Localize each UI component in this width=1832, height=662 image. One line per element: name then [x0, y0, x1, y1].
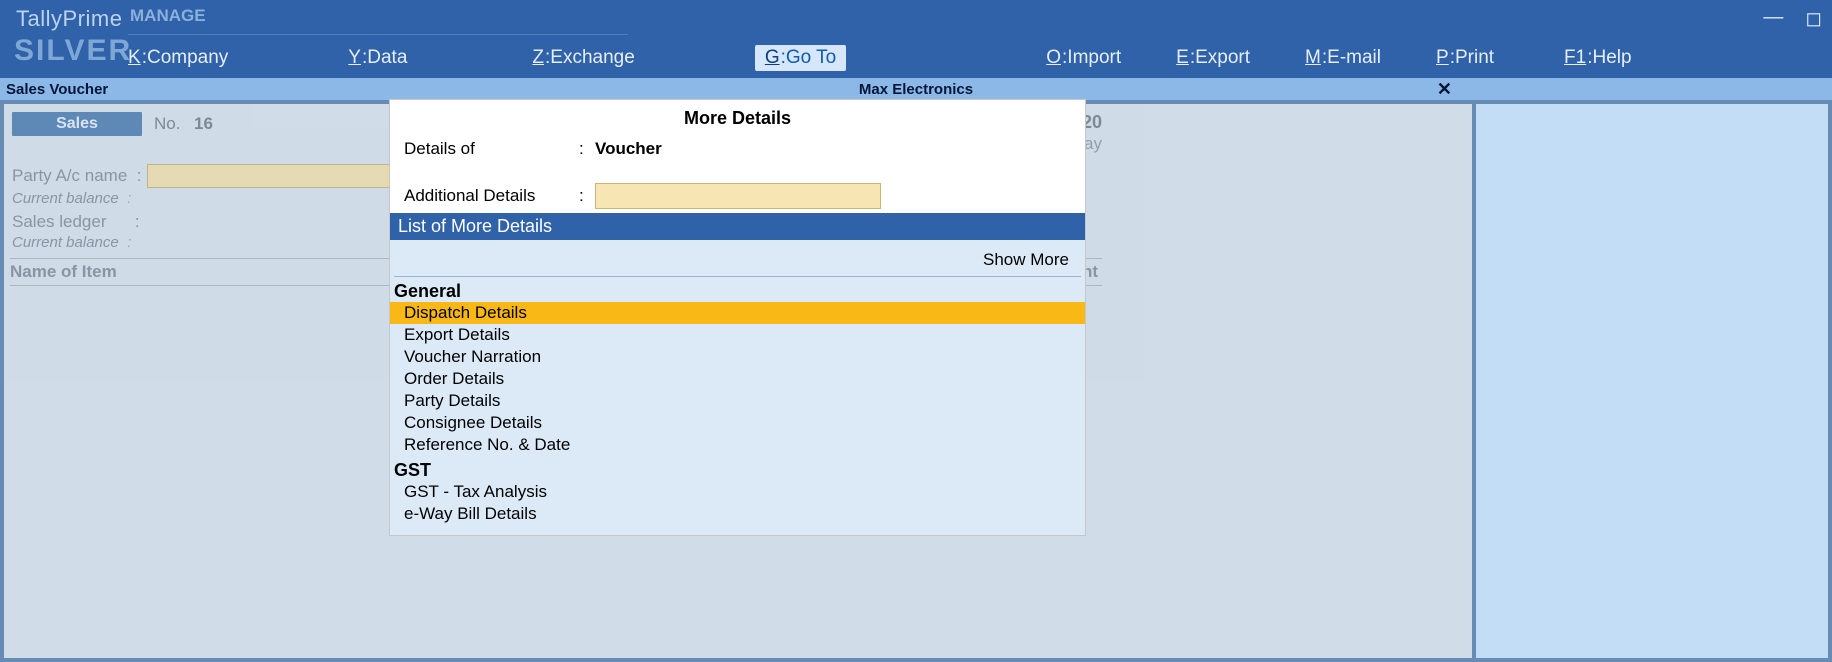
- list-item[interactable]: Order Details: [390, 368, 1085, 390]
- list-item[interactable]: Reference No. & Date: [390, 434, 1085, 456]
- app-edition: SILVER: [14, 34, 132, 68]
- menu-import[interactable]: O:Import: [1046, 47, 1121, 69]
- details-of-label: Details of: [404, 139, 579, 159]
- sub-header: Sales Voucher Max Electronics ✕: [0, 78, 1832, 100]
- additional-details-input[interactable]: [595, 183, 881, 209]
- menu-data[interactable]: Y:Data: [348, 47, 407, 69]
- additional-details-row: Additional Details :: [390, 179, 1085, 213]
- list-item[interactable]: e-Way Bill Details: [390, 503, 1085, 525]
- show-more-link[interactable]: Show More: [394, 240, 1081, 277]
- workspace: Sales No. 16 15-Sep-20 Tuesday Party A/c…: [0, 100, 1832, 662]
- party-label: Party A/c name :: [12, 166, 141, 186]
- list-header: List of More Details: [390, 213, 1085, 240]
- list-body: Show More GeneralDispatch DetailsExport …: [390, 240, 1085, 535]
- current-balance-1: Current balance :: [12, 190, 131, 207]
- details-of-value: Voucher: [595, 139, 662, 159]
- menu-print[interactable]: P:Print: [1436, 47, 1494, 69]
- title-bar: TallyPrime SILVER MANAGE — ◻ K:Company Y…: [0, 0, 1832, 78]
- list-item[interactable]: Voucher Narration: [390, 346, 1085, 368]
- popup-title: More Details: [390, 100, 1085, 135]
- menu-goto[interactable]: G:Go To: [755, 45, 846, 71]
- minimize-icon[interactable]: —: [1763, 6, 1783, 31]
- list-item[interactable]: Party Details: [390, 390, 1085, 412]
- list-item[interactable]: GST - Tax Analysis: [390, 481, 1085, 503]
- list-item[interactable]: Export Details: [390, 324, 1085, 346]
- menu-company[interactable]: K:Company: [128, 47, 228, 69]
- menu-bar: K:Company Y:Data Z:Exchange G:Go To O:Im…: [128, 42, 1822, 74]
- voucher-no-value: 16: [194, 114, 213, 134]
- list-group-title: GST: [390, 456, 1085, 481]
- menu-email[interactable]: M:E-mail: [1305, 47, 1381, 69]
- additional-details-label: Additional Details: [404, 186, 579, 206]
- right-panel: [1476, 104, 1828, 658]
- window-controls: — ◻: [1763, 6, 1822, 31]
- menu-exchange[interactable]: Z:Exchange: [532, 47, 634, 69]
- maximize-icon[interactable]: ◻: [1805, 6, 1822, 31]
- sales-ledger-label: Sales ledger :: [12, 212, 140, 232]
- current-balance-2: Current balance :: [12, 234, 131, 251]
- more-details-popup: More Details Details of : Voucher Additi…: [390, 100, 1085, 535]
- list-group-title: General: [390, 277, 1085, 302]
- details-of-row: Details of : Voucher: [390, 135, 1085, 163]
- menu-export[interactable]: E:Export: [1176, 47, 1250, 69]
- manage-underline: [128, 34, 628, 35]
- list-item[interactable]: Dispatch Details: [390, 302, 1085, 324]
- list-item[interactable]: Consignee Details: [390, 412, 1085, 434]
- subheader-center: Max Electronics: [0, 81, 1832, 98]
- app-name: TallyPrime: [16, 6, 122, 32]
- close-icon[interactable]: ✕: [1437, 79, 1452, 100]
- menu-help[interactable]: F1:Help: [1564, 47, 1632, 69]
- voucher-type-badge: Sales: [12, 112, 142, 136]
- manage-label[interactable]: MANAGE: [130, 6, 206, 26]
- voucher-no-label: No.: [154, 114, 180, 134]
